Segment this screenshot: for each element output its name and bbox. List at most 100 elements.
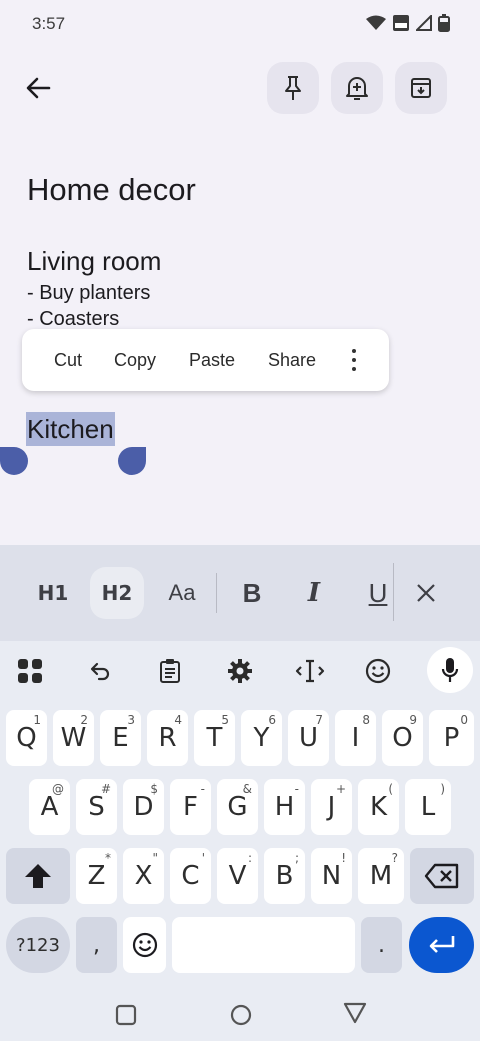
- voice-input-button[interactable]: [427, 647, 473, 693]
- key-b[interactable]: B;: [264, 848, 305, 904]
- back-button[interactable]: [18, 66, 58, 110]
- archive-icon: [411, 78, 431, 98]
- cut-button[interactable]: Cut: [54, 350, 82, 371]
- note-title[interactable]: Home decor: [27, 172, 196, 208]
- heading1-button[interactable]: H1: [28, 567, 78, 619]
- key-label: N: [321, 861, 342, 891]
- apps-grid-button[interactable]: [8, 651, 52, 691]
- key-l[interactable]: L): [405, 779, 451, 835]
- key-a[interactable]: A @: [29, 779, 70, 835]
- italic-button[interactable]: I: [292, 567, 336, 619]
- text-context-menu: Cut Copy Paste Share: [22, 329, 389, 391]
- emoji-key[interactable]: [123, 917, 166, 973]
- key-h[interactable]: H-: [264, 779, 305, 835]
- key-g[interactable]: G &: [217, 779, 258, 835]
- key-n[interactable]: N!: [311, 848, 352, 904]
- key-hint: ?: [391, 851, 398, 865]
- symbols-key[interactable]: ?123: [6, 917, 70, 973]
- key-hint: 1: [33, 713, 41, 727]
- section-heading[interactable]: Living room: [27, 246, 161, 277]
- comma-key[interactable]: ,: [76, 917, 117, 973]
- share-button[interactable]: Share: [268, 350, 316, 371]
- selected-text[interactable]: Kitchen: [26, 412, 115, 446]
- key-m[interactable]: M?: [358, 848, 404, 904]
- nav-home-icon[interactable]: [229, 1003, 253, 1027]
- key-label: P: [443, 723, 460, 753]
- key-d[interactable]: D $: [123, 779, 164, 835]
- key-hint: +: [335, 782, 346, 796]
- settings-button[interactable]: [218, 651, 262, 691]
- mic-icon: [441, 658, 459, 682]
- key-hint: -: [294, 782, 299, 796]
- key-label: T: [206, 723, 223, 753]
- key-v[interactable]: V:: [217, 848, 258, 904]
- divider: [393, 563, 394, 621]
- enter-key[interactable]: [409, 917, 474, 973]
- undo-button[interactable]: [78, 651, 122, 691]
- selection-handle-end[interactable]: [118, 447, 146, 475]
- keyboard-toolbar: [0, 641, 480, 703]
- paste-button[interactable]: Paste: [189, 350, 235, 371]
- key-j[interactable]: J +: [311, 779, 352, 835]
- key-f[interactable]: F-: [170, 779, 211, 835]
- close-format-button[interactable]: [404, 567, 448, 619]
- period-key[interactable]: .: [361, 917, 402, 973]
- emoji-button[interactable]: [356, 651, 400, 691]
- key-q[interactable]: Q1: [6, 710, 47, 766]
- backspace-icon: [424, 863, 459, 889]
- nav-recents-icon[interactable]: [115, 1004, 137, 1026]
- key-hint: ': [201, 851, 205, 865]
- emoji-icon: [132, 932, 157, 958]
- key-label: M: [369, 861, 393, 891]
- key-e[interactable]: E3: [100, 710, 141, 766]
- cursor-control-button[interactable]: [288, 651, 332, 691]
- list-item[interactable]: - Buy planters: [27, 282, 150, 305]
- key-z[interactable]: Z *: [76, 848, 117, 904]
- key-label: Z: [87, 861, 106, 891]
- key-w[interactable]: W2: [53, 710, 94, 766]
- archive-button[interactable]: [395, 62, 447, 114]
- gear-icon: [228, 659, 252, 683]
- key-label: Y: [253, 723, 270, 753]
- key-label: O: [392, 723, 413, 753]
- key-x[interactable]: X ": [123, 848, 164, 904]
- key-o[interactable]: O9: [382, 710, 423, 766]
- list-item[interactable]: - Coasters: [27, 308, 119, 331]
- key-label: A: [40, 792, 59, 822]
- more-options-icon[interactable]: [342, 345, 366, 375]
- key-p[interactable]: P0: [429, 710, 474, 766]
- key-c[interactable]: C ': [170, 848, 211, 904]
- clipboard-icon: [160, 659, 180, 683]
- clipboard-button[interactable]: [148, 651, 192, 691]
- key-hint: 9: [409, 713, 417, 727]
- pin-button[interactable]: [267, 62, 319, 114]
- status-time: 3:57: [32, 14, 66, 33]
- key-label: C: [181, 861, 200, 891]
- key-label: W: [60, 723, 87, 753]
- key-hint: 4: [174, 713, 182, 727]
- key-u[interactable]: U7: [288, 710, 329, 766]
- reminder-button[interactable]: [331, 62, 383, 114]
- normal-text-button[interactable]: Aa: [158, 567, 206, 619]
- shift-key[interactable]: [6, 848, 70, 904]
- space-key[interactable]: [172, 917, 355, 973]
- key-s[interactable]: S #: [76, 779, 117, 835]
- backspace-key[interactable]: [410, 848, 474, 904]
- lte-icon: [393, 15, 409, 31]
- heading2-button[interactable]: H2: [90, 567, 144, 619]
- key-y[interactable]: Y6: [241, 710, 282, 766]
- copy-button[interactable]: Copy: [114, 350, 156, 371]
- key-r[interactable]: R4: [147, 710, 188, 766]
- key-label: V: [228, 861, 247, 891]
- key-label: U: [298, 723, 319, 753]
- key-i[interactable]: I8: [335, 710, 376, 766]
- key-t[interactable]: T5: [194, 710, 235, 766]
- selection-handle-start[interactable]: [0, 447, 28, 475]
- bold-button[interactable]: B: [230, 567, 274, 619]
- key-k[interactable]: K(: [358, 779, 399, 835]
- cursor-move-icon: [295, 659, 325, 683]
- key-label: X: [134, 861, 153, 891]
- nav-back-icon[interactable]: [343, 1002, 367, 1024]
- key-label: G: [227, 792, 248, 822]
- key-label: J: [327, 792, 336, 822]
